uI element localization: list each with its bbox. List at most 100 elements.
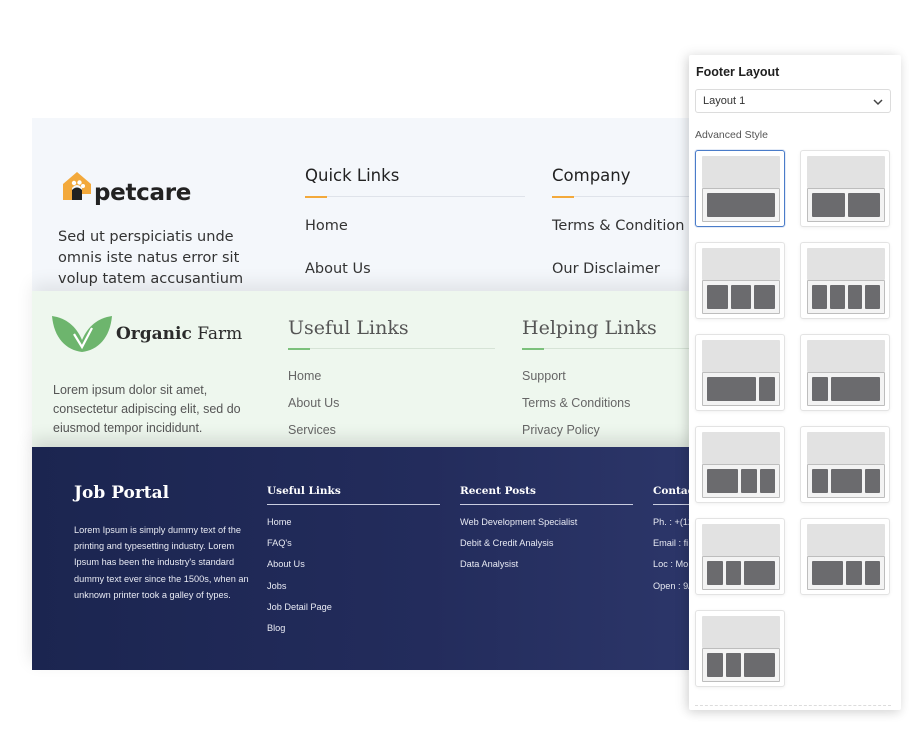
footer-link[interactable]: Terms & Conditions (522, 396, 692, 423)
footer-link[interactable]: Services (288, 423, 495, 450)
layout-preview-column (725, 561, 741, 585)
layout-preview-column (812, 469, 828, 493)
layout-preview-column (725, 653, 741, 677)
layout-preview-column (831, 377, 880, 401)
footer-layout-panel: Footer Layout Layout 1 Advanced Style (689, 55, 901, 710)
layout-option-4[interactable] (800, 242, 890, 319)
layout-preview-column (707, 377, 756, 401)
column-title: Company (552, 166, 631, 185)
layout-option-10[interactable] (800, 518, 890, 595)
footer-link[interactable]: Data Analysist (460, 559, 633, 580)
layout-preview-column (758, 377, 775, 401)
layout-preview-content (702, 340, 780, 372)
layout-preview-footer (807, 280, 885, 314)
layout-preview-column (865, 285, 880, 309)
layout-option-5[interactable] (695, 334, 785, 411)
organic-farm-logo-text: Organic Farm (116, 324, 243, 344)
layout-option-6[interactable] (800, 334, 890, 411)
layout-preview-footer (702, 188, 780, 222)
job-recent-posts: Recent Posts Web Development Specialist … (460, 485, 633, 581)
petcare-footer-preview: petcare Sed ut perspiciatis unde omnis i… (32, 118, 692, 293)
petcare-company-links: Company Terms & Condition Our Disclaimer (552, 166, 692, 293)
footer-link[interactable]: Home (305, 218, 525, 261)
farm-useful-links: Useful Links Home About Us Services (288, 317, 495, 450)
footer-link[interactable]: About Us (267, 559, 440, 580)
layout-preview-column (847, 285, 863, 309)
footer-link[interactable]: Web Development Specialist (460, 517, 633, 538)
column-title: Helping Links (522, 317, 657, 339)
layout-preview-content (807, 340, 885, 372)
column-divider (267, 504, 440, 505)
layout-preview-footer (807, 464, 885, 498)
layout-preview-column (847, 193, 880, 217)
job-contact: Contac Ph. : +(12 Email : fi Loc : Mo Op… (653, 485, 692, 602)
footer-link[interactable]: Privacy Policy (522, 423, 692, 450)
layout-preview-content (702, 524, 780, 556)
layout-option-11[interactable] (695, 610, 785, 687)
footer-link[interactable]: Home (288, 369, 495, 396)
column-title: Recent Posts (460, 485, 536, 497)
footer-link[interactable]: About Us (288, 396, 495, 423)
job-portal-logo-text: Job Portal (74, 483, 170, 503)
petcare-description: Sed ut perspiciatis unde omnis iste natu… (58, 229, 244, 287)
layout-preview-content (807, 156, 885, 188)
layout-option-7[interactable] (695, 426, 785, 503)
job-useful-links: Useful Links Home FAQ's About Us Jobs Jo… (267, 485, 440, 644)
layout-preview-content (807, 248, 885, 280)
layout-preview-column (812, 377, 829, 401)
footer-link[interactable]: Debit & Credit Analysis (460, 538, 633, 559)
footer-link[interactable]: Jobs (267, 581, 440, 602)
layout-option-8[interactable] (800, 426, 890, 503)
petcare-logo-text: petcare (94, 180, 192, 206)
column-title: Quick Links (305, 166, 400, 185)
layout-preview-content (702, 432, 780, 464)
column-divider (653, 504, 692, 505)
contact-line: Open : 9/ (653, 580, 691, 591)
footer-link[interactable]: Support (522, 369, 692, 396)
layout-preview-column (812, 285, 827, 309)
layout-option-3[interactable] (695, 242, 785, 319)
layout-preview-column (707, 561, 723, 585)
paw-house-icon (63, 172, 91, 200)
layout-preview-column (707, 285, 728, 309)
footer-link[interactable]: Job Detail Page (267, 602, 440, 623)
layout-preview-footer (807, 188, 885, 222)
layout-preview-footer (702, 280, 780, 314)
layout-preview-column (730, 285, 752, 309)
column-divider (552, 196, 692, 198)
layout-option-9[interactable] (695, 518, 785, 595)
layout-preview-column (744, 653, 775, 677)
chevron-down-icon (873, 99, 883, 106)
footer-link[interactable]: Terms & Condition (552, 218, 692, 261)
footer-link[interactable]: Home (267, 517, 440, 538)
layout-preview-footer (702, 556, 780, 590)
advanced-style-label: Advanced Style (695, 129, 768, 141)
layout-preview-column (707, 193, 775, 217)
layout-preview-footer (702, 648, 780, 682)
leaf-icon (52, 316, 112, 352)
column-title: Contac (653, 485, 692, 497)
layout-preview-content (702, 156, 780, 188)
layout-preview-footer (702, 464, 780, 498)
layout-preview-column (707, 469, 738, 493)
organic-farm-logo: Organic Farm (52, 314, 242, 354)
column-divider (288, 348, 495, 350)
layout-option-2[interactable] (800, 150, 890, 227)
layout-preview-column (864, 469, 880, 493)
footer-link[interactable]: About Us (305, 261, 525, 293)
layout-option-1[interactable] (695, 150, 785, 227)
layout-preview-content (807, 432, 885, 464)
layout-preview-content (702, 248, 780, 280)
footer-link[interactable]: FAQ's (267, 538, 440, 559)
footer-link[interactable]: Blog (267, 623, 440, 644)
farm-helping-links: Helping Links Support Terms & Conditions… (522, 317, 692, 450)
column-divider (460, 504, 633, 505)
layout-select[interactable]: Layout 1 (695, 89, 891, 113)
layout-preview-column (759, 469, 775, 493)
footer-link[interactable]: Our Disclaimer (552, 261, 692, 293)
layout-preview-column (744, 561, 775, 585)
job-portal-footer-preview: Job Portal Lorem Ipsum is simply dummy t… (32, 447, 692, 670)
panel-title: Footer Layout (696, 65, 780, 79)
layout-select-value: Layout 1 (703, 95, 746, 107)
contact-line: Email : fi (653, 538, 689, 549)
